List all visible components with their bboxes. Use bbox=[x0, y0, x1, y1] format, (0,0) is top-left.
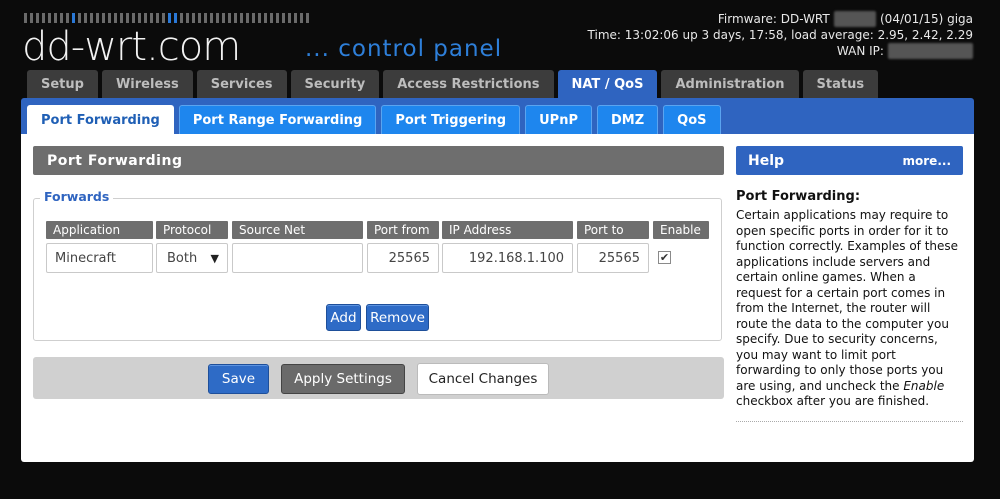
tab-access-restrictions[interactable]: Access Restrictions bbox=[383, 70, 554, 98]
tab-status[interactable]: Status bbox=[802, 70, 879, 98]
forwards-legend: Forwards bbox=[40, 189, 114, 204]
dropdown-caret-icon: ▼ bbox=[210, 251, 219, 265]
port-from-input[interactable]: 25565 bbox=[367, 243, 439, 273]
tab-services[interactable]: Services bbox=[196, 70, 287, 98]
ip-address-input[interactable]: 192.168.1.100 bbox=[442, 243, 573, 273]
subtab-port-range-forwarding[interactable]: Port Range Forwarding bbox=[178, 105, 377, 134]
subtab-qos[interactable]: QoS bbox=[663, 105, 721, 134]
remove-button[interactable]: Remove bbox=[366, 304, 429, 331]
tab-security[interactable]: Security bbox=[290, 70, 380, 98]
port-to-input[interactable]: 25565 bbox=[577, 243, 649, 273]
col-application: Application bbox=[46, 221, 153, 239]
logo-ticks bbox=[24, 13, 309, 23]
apply-settings-button[interactable]: Apply Settings bbox=[281, 364, 405, 394]
wan-ip-line: WAN IP: xxxxxxxxxxxx bbox=[588, 43, 973, 59]
col-protocol: Protocol bbox=[156, 221, 228, 239]
subtab-dmz[interactable]: DMZ bbox=[597, 105, 659, 134]
help-divider bbox=[736, 421, 963, 422]
ddwrt-logo: dd-wrt.com bbox=[22, 24, 241, 70]
subtab-upnp[interactable]: UPnP bbox=[525, 105, 592, 134]
application-input[interactable]: Minecraft bbox=[46, 243, 153, 273]
main-tabs: Setup Wireless Services Security Access … bbox=[27, 70, 879, 98]
firmware-line: Firmware: DD-WRT xxxxxx (04/01/15) giga bbox=[717, 11, 973, 27]
tab-administration[interactable]: Administration bbox=[661, 70, 799, 98]
enable-checkbox[interactable]: ✔ bbox=[658, 251, 671, 264]
help-header: Help more... bbox=[736, 146, 963, 175]
control-panel-subtitle: ... control panel bbox=[305, 36, 503, 62]
help-title: Help bbox=[748, 152, 785, 169]
help-text: Certain applications may require to open… bbox=[736, 208, 959, 408]
source-net-input[interactable] bbox=[232, 243, 363, 273]
subtab-port-triggering[interactable]: Port Triggering bbox=[381, 105, 521, 134]
col-port-from: Port from bbox=[367, 221, 439, 239]
col-source-net: Source Net bbox=[232, 221, 363, 239]
tab-setup[interactable]: Setup bbox=[27, 70, 98, 98]
content-panel: Port Forwarding Forwards Application Pro… bbox=[21, 134, 974, 462]
tab-wireless[interactable]: Wireless bbox=[101, 70, 193, 98]
add-button[interactable]: Add bbox=[326, 304, 361, 331]
subtab-port-forwarding[interactable]: Port Forwarding bbox=[27, 105, 174, 134]
cancel-changes-button[interactable]: Cancel Changes bbox=[417, 363, 549, 395]
protocol-select[interactable]: Both ▼ bbox=[156, 243, 228, 273]
section-title: Port Forwarding bbox=[33, 146, 724, 175]
col-ip-address: IP Address bbox=[442, 221, 573, 239]
help-more-link[interactable]: more... bbox=[903, 154, 951, 168]
help-heading: Port Forwarding: bbox=[736, 189, 861, 204]
system-info: Firmware: DD-WRT xxxxxx (04/01/15) giga … bbox=[588, 11, 973, 59]
col-port-to: Port to bbox=[577, 221, 649, 239]
tab-nat-qos[interactable]: NAT / QoS bbox=[557, 70, 658, 98]
protocol-value: Both bbox=[167, 250, 198, 266]
sub-tabs: Port Forwarding Port Range Forwarding Po… bbox=[27, 105, 721, 134]
save-button[interactable]: Save bbox=[208, 364, 269, 394]
col-enable: Enable bbox=[653, 221, 709, 239]
uptime-line: Time: 13:02:06 up 3 days, 17:58, load av… bbox=[587, 28, 973, 42]
